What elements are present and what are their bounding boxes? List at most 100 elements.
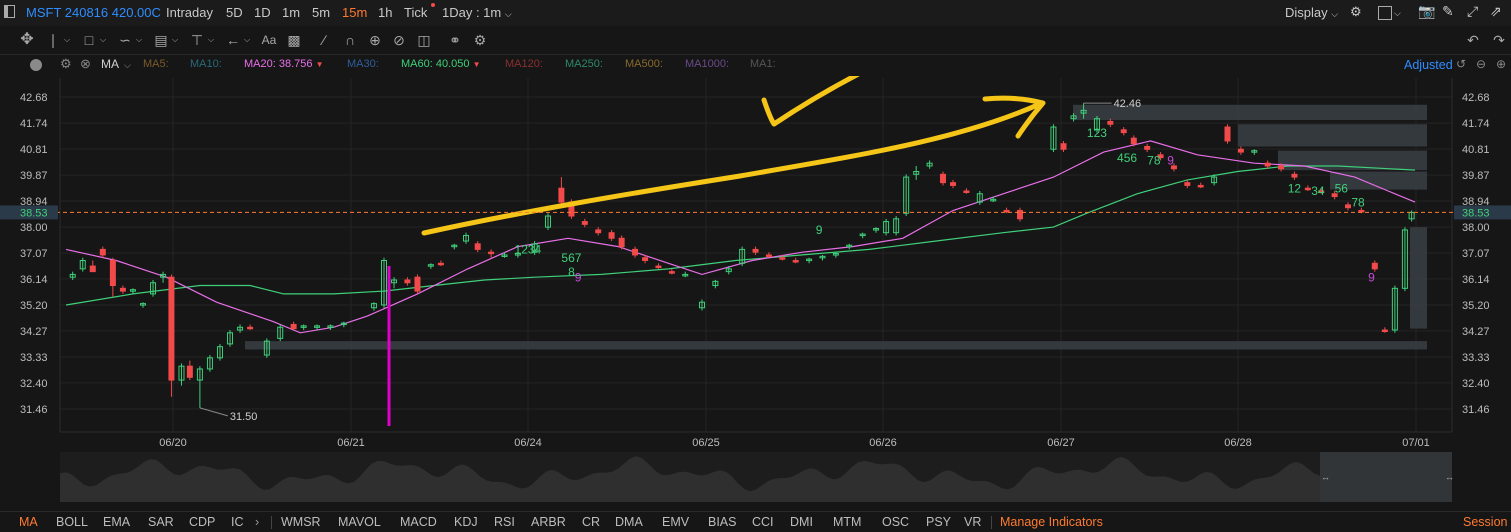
volume-profile-block (1410, 227, 1427, 329)
x-tick-label: 07/01 (1402, 437, 1430, 449)
chevron-down-icon: ⌵ (504, 9, 512, 19)
tab-intraday[interactable]: Intraday (166, 5, 213, 20)
tab-cci[interactable]: CCI (752, 515, 774, 529)
candle-body (618, 237, 625, 248)
expand-icon[interactable]: ⤢ (1467, 3, 1478, 20)
tab-cdp[interactable]: CDP (189, 515, 215, 529)
chevron-down-icon[interactable]: ⌵ (130, 31, 148, 49)
adjusted-toggle[interactable]: Adjusted (1404, 58, 1454, 72)
volume-profile-block (245, 341, 1427, 350)
tab-rsi[interactable]: RSI (494, 515, 515, 529)
tab-dma[interactable]: DMA (615, 515, 643, 529)
interval-select[interactable]: 1Day : 1m ⌵ (442, 5, 512, 20)
gear-icon[interactable]: ⚙ (471, 31, 489, 49)
display-label: Display (1285, 5, 1328, 20)
pencil-icon[interactable]: ✎ (1442, 3, 1454, 20)
tab-sar[interactable]: SAR (148, 515, 174, 529)
tab-divider (271, 516, 272, 529)
lock-drawings-icon[interactable]: ⊕ (366, 31, 384, 49)
tab-mavol[interactable]: MAVOL (338, 515, 381, 529)
magnet-icon[interactable]: ∩ (341, 31, 359, 49)
candle-body (1060, 143, 1067, 150)
chevron-down-icon[interactable]: ⌵ (124, 60, 131, 71)
navigator-left-handle: ↔ (1321, 472, 1330, 482)
tab-cr[interactable]: CR (582, 515, 600, 529)
zoom-in-icon[interactable]: ⊕ (1496, 57, 1506, 71)
hide-drawings-icon[interactable]: ⊘ (390, 31, 408, 49)
comment-icon[interactable]: ▩ (285, 31, 303, 49)
redo-icon[interactable]: ↷ (1490, 31, 1508, 49)
session-button[interactable]: Session (1463, 515, 1507, 529)
tab-osc[interactable]: OSC (882, 515, 909, 529)
tab-macd[interactable]: MACD (400, 515, 437, 529)
chevron-down-icon[interactable]: ⌵ (202, 31, 220, 49)
ruler-icon[interactable]: ∕ (315, 31, 333, 49)
tab-1m[interactable]: 1m (282, 5, 300, 20)
tab-ic[interactable]: IC (231, 515, 244, 529)
last-price-label-left: 38.53 (20, 207, 48, 219)
reset-icon[interactable]: ↺ (1456, 57, 1466, 71)
y-tick-label-left: 42.68 (20, 92, 48, 104)
chevron-right-icon[interactable]: › (255, 515, 259, 529)
manage-indicators-button[interactable]: Manage Indicators (1000, 515, 1103, 529)
drawing-toolbar: ✥ ∣ ⌵ □ ⌵ ∽ ⌵ ▤ ⌵ ⊤ ⌵ ← ⌵ Aa ▩ ∕ ∩ ⊕ ⊘ ◫… (0, 26, 1511, 55)
camera-icon[interactable]: 📷 (1418, 3, 1435, 20)
close-icon[interactable]: ⊗ (80, 56, 91, 72)
tab-wmsr[interactable]: WMSR (281, 515, 321, 529)
candle-body (1003, 209, 1010, 213)
tab-boll[interactable]: BOLL (56, 515, 88, 529)
tab-5d[interactable]: 5D (226, 5, 243, 20)
candle-body (1130, 137, 1137, 145)
zoom-out-icon[interactable]: ⊖ (1476, 57, 1486, 71)
tab-arbr[interactable]: ARBR (531, 515, 566, 529)
gear-icon[interactable]: ⚙ (60, 56, 72, 72)
tab-tick[interactable]: Tick (404, 5, 427, 20)
tab-psy[interactable]: PSY (926, 515, 951, 529)
tab-dmi[interactable]: DMI (790, 515, 813, 529)
text-tool-icon[interactable]: Aa (260, 31, 278, 49)
candle-body (1144, 145, 1151, 150)
candle-body (668, 271, 675, 274)
ma120-name: MA120: (505, 58, 543, 70)
candle-body (655, 265, 662, 269)
chevron-down-icon[interactable]: ⌵ (166, 31, 184, 49)
tab-1d[interactable]: 1D (254, 5, 271, 20)
candle-body (939, 173, 946, 184)
tab-15m[interactable]: 15m (342, 5, 367, 20)
tab-ema[interactable]: EMA (103, 515, 130, 529)
tab-ma[interactable]: MA (19, 515, 38, 529)
move-cursor-icon[interactable]: ✥ (18, 31, 36, 49)
undo-icon[interactable]: ↶ (1464, 31, 1482, 49)
chevron-down-icon[interactable]: ⌵ (94, 31, 112, 49)
link-icon[interactable]: ⚭ (446, 31, 464, 49)
candle-body (765, 254, 772, 257)
popout-icon[interactable]: ⇗ (1490, 3, 1502, 20)
symbol-title[interactable]: MSFT 240816 420.00C (26, 5, 161, 20)
tab-1h[interactable]: 1h (378, 5, 392, 20)
interval-select-value: 1Day : 1m (442, 5, 502, 20)
collapse-icon[interactable] (30, 59, 42, 71)
chevron-down-icon[interactable]: ⌵ (238, 31, 256, 49)
ma20-label: MA20: 38.756 ▼ (244, 58, 324, 70)
indicator-select[interactable]: MA (101, 57, 119, 71)
tab-5m[interactable]: 5m (312, 5, 330, 20)
trash-icon[interactable]: ◫ (415, 31, 433, 49)
y-tick-label-right: 38.00 (1462, 222, 1490, 234)
ma500-label: MA500: (625, 58, 663, 70)
window-icon[interactable] (1378, 6, 1392, 20)
display-menu[interactable]: Display ⌵ (1285, 5, 1338, 20)
sequence-label: 78 (1351, 195, 1365, 209)
tab-emv[interactable]: EMV (662, 515, 689, 529)
tab-bias[interactable]: BIAS (708, 515, 737, 529)
navigator[interactable]: ↔ ↔ (0, 452, 1511, 504)
gear-icon[interactable]: ⚙ (1350, 4, 1362, 20)
layout-icon[interactable] (4, 5, 15, 18)
chevron-down-icon[interactable]: ⌵ (1394, 8, 1401, 19)
price-chart[interactable]: 912345678 9123456 78 912 34 56789 38.53 38.53 … (0, 76, 1511, 454)
tab-kdj[interactable]: KDJ (454, 515, 478, 529)
y-tick-label-left: 41.74 (20, 118, 48, 130)
chevron-down-icon[interactable]: ⌵ (58, 31, 76, 49)
tab-mtm[interactable]: MTM (833, 515, 861, 529)
tab-vr[interactable]: VR (964, 515, 981, 529)
y-tick-label-right: 38.94 (1462, 196, 1490, 208)
